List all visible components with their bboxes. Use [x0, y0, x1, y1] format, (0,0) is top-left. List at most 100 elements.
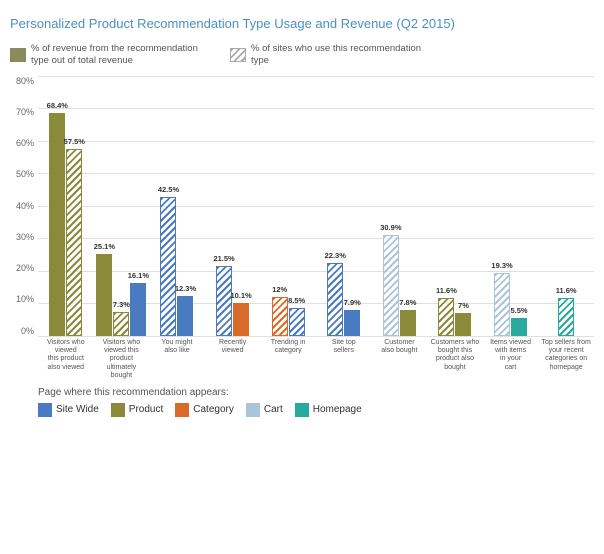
bar: 22.3% [327, 263, 343, 335]
x-axis-label: Visitors who viewed thisproduct ultimate… [94, 339, 150, 381]
bar-value-label: 12.3% [175, 284, 196, 293]
bar-value-label: 30.9% [380, 223, 401, 232]
bottom-legend-item: Cart [246, 403, 283, 417]
x-axis-label: Visitors who viewedthis productalso view… [38, 339, 94, 381]
bar-rect [113, 312, 129, 336]
bar-value-label: 57.5% [64, 137, 85, 146]
legend-solid-label: % of revenue from the recommendation typ… [31, 43, 210, 68]
bar: 12.3% [177, 296, 193, 336]
legend-hatch-icon [230, 48, 246, 62]
bottom-legend-item: Product [111, 403, 163, 417]
bar-group: 12%8.5% [260, 76, 316, 336]
y-axis-label: 50% [10, 169, 38, 179]
bar-value-label: 21.5% [213, 254, 234, 263]
bar-rect [289, 308, 305, 336]
page-label: Page where this recommendation appears: [38, 387, 594, 398]
bar-value-label: 8.5% [288, 296, 305, 305]
bar: 11.6% [558, 298, 574, 336]
bottom-legend-label: Site Wide [56, 404, 99, 415]
bar-rect [233, 303, 249, 336]
bar: 11.6% [438, 298, 454, 336]
bar-group: 11.6%7% [427, 76, 483, 336]
bar: 42.5% [160, 197, 176, 335]
bar-value-label: 7.3% [113, 300, 130, 309]
y-axis-label: 0% [10, 326, 38, 336]
bar-value-label: 10.1% [230, 291, 251, 300]
chart-container: Personalized Product Recommendation Type… [0, 0, 604, 554]
bar: 7.9% [344, 310, 360, 336]
bar: 5.5% [511, 318, 527, 336]
bar-rect [494, 273, 510, 336]
bar: 57.5% [66, 149, 82, 336]
bar-rect [511, 318, 527, 336]
chart-plot: 68.4%57.5%25.1%7.3%16.1%42.5%12.3%21.5%1… [38, 76, 594, 336]
legend-solid: % of revenue from the recommendation typ… [10, 43, 210, 68]
bottom-legend-label: Homepage [313, 404, 362, 415]
bar-rect [177, 296, 193, 336]
bar-group: 11.6% [538, 76, 594, 336]
bottom-legend-label: Category [193, 404, 234, 415]
x-axis-label: Items viewed with itemsin yourcart [483, 339, 539, 381]
legend-area: % of revenue from the recommendation typ… [10, 43, 594, 68]
x-axis-label: Site topsellers [316, 339, 372, 381]
bar-rect [327, 263, 343, 335]
x-axis-label: Customers who bought thisproduct alsobou… [427, 339, 483, 381]
bar-group: 21.5%10.1% [205, 76, 261, 336]
bar-value-label: 42.5% [158, 185, 179, 194]
bar-rect [438, 298, 454, 336]
grid-line [38, 336, 594, 337]
x-axis-label: Recentlyviewed [205, 339, 261, 381]
bar-rect [160, 197, 176, 335]
y-axis-label: 30% [10, 232, 38, 242]
bar-value-label: 25.1% [94, 242, 115, 251]
bar: 12% [272, 297, 288, 336]
x-axis-label: Trending incategory [260, 339, 316, 381]
bottom-legend-item: Site Wide [38, 403, 99, 417]
bar: 16.1% [130, 283, 146, 335]
bar: 7.3% [113, 312, 129, 336]
bottom-legend-label: Product [129, 404, 163, 415]
x-axis-label: Top sellers from your recentcategories o… [538, 339, 594, 381]
bar: 19.3% [494, 273, 510, 336]
bars-container: 68.4%57.5%25.1%7.3%16.1%42.5%12.3%21.5%1… [38, 76, 594, 336]
bar: 8.5% [289, 308, 305, 336]
bottom-legend-item: Homepage [295, 403, 362, 417]
bar-group: 19.3%5.5% [483, 76, 539, 336]
bar: 10.1% [233, 303, 249, 336]
bar-rect [49, 113, 65, 335]
x-axis-label: Customeralso bought [372, 339, 428, 381]
y-axis: 0%10%20%30%40%50%60%70%80% [10, 76, 38, 336]
bottom-legend: Site Wide Product Category Cart Homepage [38, 403, 594, 417]
bar-value-label: 11.6% [436, 286, 457, 295]
bottom-legend-label: Cart [264, 404, 283, 415]
y-axis-label: 70% [10, 107, 38, 117]
bar-value-label: 7% [458, 301, 469, 310]
bottom-section: Page where this recommendation appears: … [38, 387, 594, 417]
bottom-legend-color-box [111, 403, 125, 417]
bar-group: 42.5%12.3% [149, 76, 205, 336]
bar-rect [96, 254, 112, 336]
bar: 21.5% [216, 266, 232, 336]
bar-value-label: 19.3% [491, 261, 512, 270]
bar-rect [558, 298, 574, 336]
x-axis-label: You mightalso like [149, 339, 205, 381]
bar-value-label: 11.6% [556, 286, 577, 295]
bar-rect [216, 266, 232, 336]
bar-group: 68.4%57.5% [38, 76, 94, 336]
bar: 30.9% [383, 235, 399, 335]
bottom-legend-color-box [175, 403, 189, 417]
bar: 7.8% [400, 310, 416, 335]
bar-rect [344, 310, 360, 336]
bar-group: 22.3%7.9% [316, 76, 372, 336]
y-axis-label: 40% [10, 201, 38, 211]
bar-value-label: 22.3% [325, 251, 346, 260]
bar-rect [130, 283, 146, 335]
legend-hatch: % of sites who use this recommendation t… [230, 43, 430, 68]
bottom-legend-color-box [38, 403, 52, 417]
y-axis-label: 20% [10, 263, 38, 273]
bar-group: 25.1%7.3%16.1% [94, 76, 150, 336]
bar-value-label: 16.1% [128, 271, 149, 280]
bar-group: 30.9%7.8% [372, 76, 428, 336]
chart-title: Personalized Product Recommendation Type… [10, 16, 594, 33]
legend-hatch-label: % of sites who use this recommendation t… [251, 43, 430, 68]
